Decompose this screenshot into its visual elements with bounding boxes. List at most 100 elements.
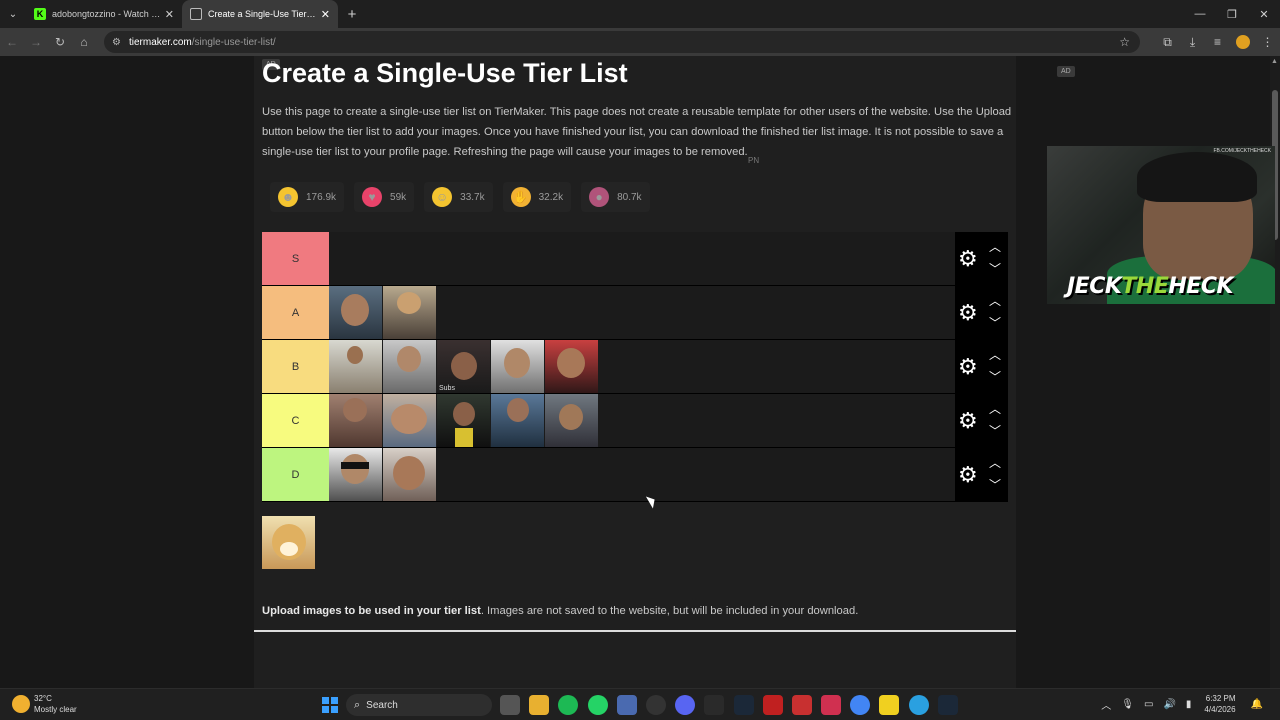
close-icon[interactable]: ✕ [165,8,174,21]
gear-icon[interactable]: ⚙ [958,356,978,378]
tier-item-image[interactable] [437,394,490,447]
tier-drop-zone[interactable] [329,286,955,339]
tier-item-image[interactable] [383,340,436,393]
tier-item-image[interactable] [545,394,598,447]
taskbar-search[interactable]: ⌕ Search [346,694,492,716]
file-explorer-icon[interactable] [529,695,550,715]
reaction-laugh[interactable]: ☺ 33.7k [424,182,493,212]
chevron-up-icon[interactable]: ︿ [989,346,1001,363]
app-icon[interactable] [762,695,783,715]
app-icon[interactable] [616,695,637,715]
chevron-up-icon[interactable]: ︿ [989,454,1001,471]
tier-item-image[interactable] [491,340,544,393]
app-icon[interactable] [645,695,666,715]
new-tab-button[interactable]: + [338,6,366,23]
restore-icon[interactable]: ❐ [1216,0,1248,28]
tier-label[interactable]: B [262,340,329,393]
tier-drop-zone[interactable] [329,232,955,285]
start-button[interactable] [322,697,338,713]
app-icon[interactable] [821,695,842,715]
unranked-image-doge[interactable] [262,516,315,569]
network-icon[interactable]: ▭ [1144,699,1153,710]
chevron-up-icon[interactable]: ︿ [989,400,1001,417]
tier-label[interactable]: C [262,394,329,447]
tiermaker-icon [190,8,202,20]
tab-kick[interactable]: K adobongtozzino - Watch the V ✕ [26,0,182,28]
spotify-icon[interactable] [558,695,579,715]
weather-widget[interactable]: 32°C Mostly clear [12,693,77,715]
forward-icon[interactable]: → [24,28,48,56]
url-bar[interactable]: ⚙ tiermaker.com/single-use-tier-list/ ☆ [104,31,1140,53]
close-icon[interactable]: ✕ [321,8,330,21]
microphone-icon[interactable]: 🎙 [1121,699,1134,710]
taskview-icon[interactable] [500,695,520,715]
gear-icon[interactable]: ⚙ [958,302,978,324]
battery-icon[interactable]: ▮ [1186,699,1192,710]
tier-item-image[interactable] [383,394,436,447]
download-icon[interactable]: ⤓ [1180,28,1205,56]
reload-icon[interactable]: ↻ [48,28,72,56]
sticky-notes-icon[interactable] [879,695,900,715]
telegram-icon[interactable] [908,695,929,715]
tier-item-image[interactable] [329,394,382,447]
tier-drop-zone[interactable]: Subs [329,340,955,393]
tier-item-image[interactable] [329,340,382,393]
tier-drop-zone[interactable] [329,448,955,501]
url-host: tiermaker.com [128,36,192,48]
media-icon[interactable]: ≡ [1205,28,1230,56]
tier-label[interactable]: A [262,286,329,339]
whatsapp-icon[interactable] [587,695,608,715]
steam-icon[interactable] [937,695,958,715]
ad-badge[interactable]: AD [1057,66,1075,77]
chevron-up-icon[interactable]: ︿ [989,238,1001,255]
steam-icon[interactable] [733,695,754,715]
gear-icon[interactable]: ⚙ [958,464,978,486]
extensions-icon[interactable]: ⧉ [1155,28,1180,56]
tier-controls: ⚙ ︿ ﹀ [955,232,1008,285]
volume-icon[interactable]: 🔊 [1163,699,1175,710]
clock[interactable]: 6:32 PM 4/4/2026 [1204,693,1235,715]
minimize-icon[interactable]: — [1184,0,1216,28]
tier-drop-zone[interactable] [329,394,955,447]
chevron-down-icon[interactable]: ﹀ [989,368,1001,385]
chevron-down-icon[interactable]: ﹀ [989,260,1001,277]
chevron-down-icon[interactable]: ﹀ [989,314,1001,331]
tier-label[interactable]: S [262,232,329,285]
weather-temp: 32°C [34,694,52,703]
notification-icon[interactable]: 🔔 [1251,699,1263,710]
app-icon[interactable] [791,695,812,715]
tier-item-image[interactable] [329,448,382,501]
chrome-icon[interactable] [850,695,871,715]
back-icon[interactable]: ← [0,28,24,56]
epic-games-icon[interactable] [704,695,725,715]
reaction-poop[interactable]: ● 80.7k [581,182,650,212]
reactions-bar: ☻ 176.9k ♥ 59k ☺ 33.7k ✋ 32.2k ● 80.7k [270,182,660,212]
site-info-icon[interactable]: ⚙ [112,37,121,48]
tier-item-image[interactable]: Subs [437,340,490,393]
reaction-grin[interactable]: ☻ 176.9k [270,182,345,212]
tier-item-image[interactable] [329,286,382,339]
chevron-up-icon[interactable]: ︿ [989,292,1001,309]
scroll-up-icon[interactable]: ▲ [1271,58,1278,65]
reaction-heart-eyes[interactable]: ♥ 59k [354,182,415,212]
tier-item-image[interactable] [383,286,436,339]
profile-avatar[interactable] [1230,28,1255,56]
tier-item-image[interactable] [545,340,598,393]
discord-icon[interactable] [675,695,696,715]
tier-label[interactable]: D [262,448,329,501]
tab-tiermaker[interactable]: Create a Single-Use Tier List (P ✕ [182,0,338,28]
gear-icon[interactable]: ⚙ [958,410,978,432]
chevron-up-icon[interactable]: ︿ [1101,697,1111,712]
tier-item-image[interactable] [491,394,544,447]
menu-icon[interactable]: ⋮ [1255,28,1280,56]
tab-search-icon[interactable]: ⌄ [0,0,26,28]
reaction-praise[interactable]: ✋ 32.2k [502,182,572,212]
bookmark-star-icon[interactable]: ☆ [1119,35,1130,49]
gear-icon[interactable]: ⚙ [958,248,978,270]
page-title: Create a Single-Use Tier List [262,58,628,88]
chevron-down-icon[interactable]: ﹀ [989,476,1001,493]
tier-item-image[interactable] [383,448,436,501]
chevron-down-icon[interactable]: ﹀ [989,422,1001,439]
close-window-icon[interactable]: ✕ [1248,0,1280,28]
home-icon[interactable]: ⌂ [72,28,96,56]
